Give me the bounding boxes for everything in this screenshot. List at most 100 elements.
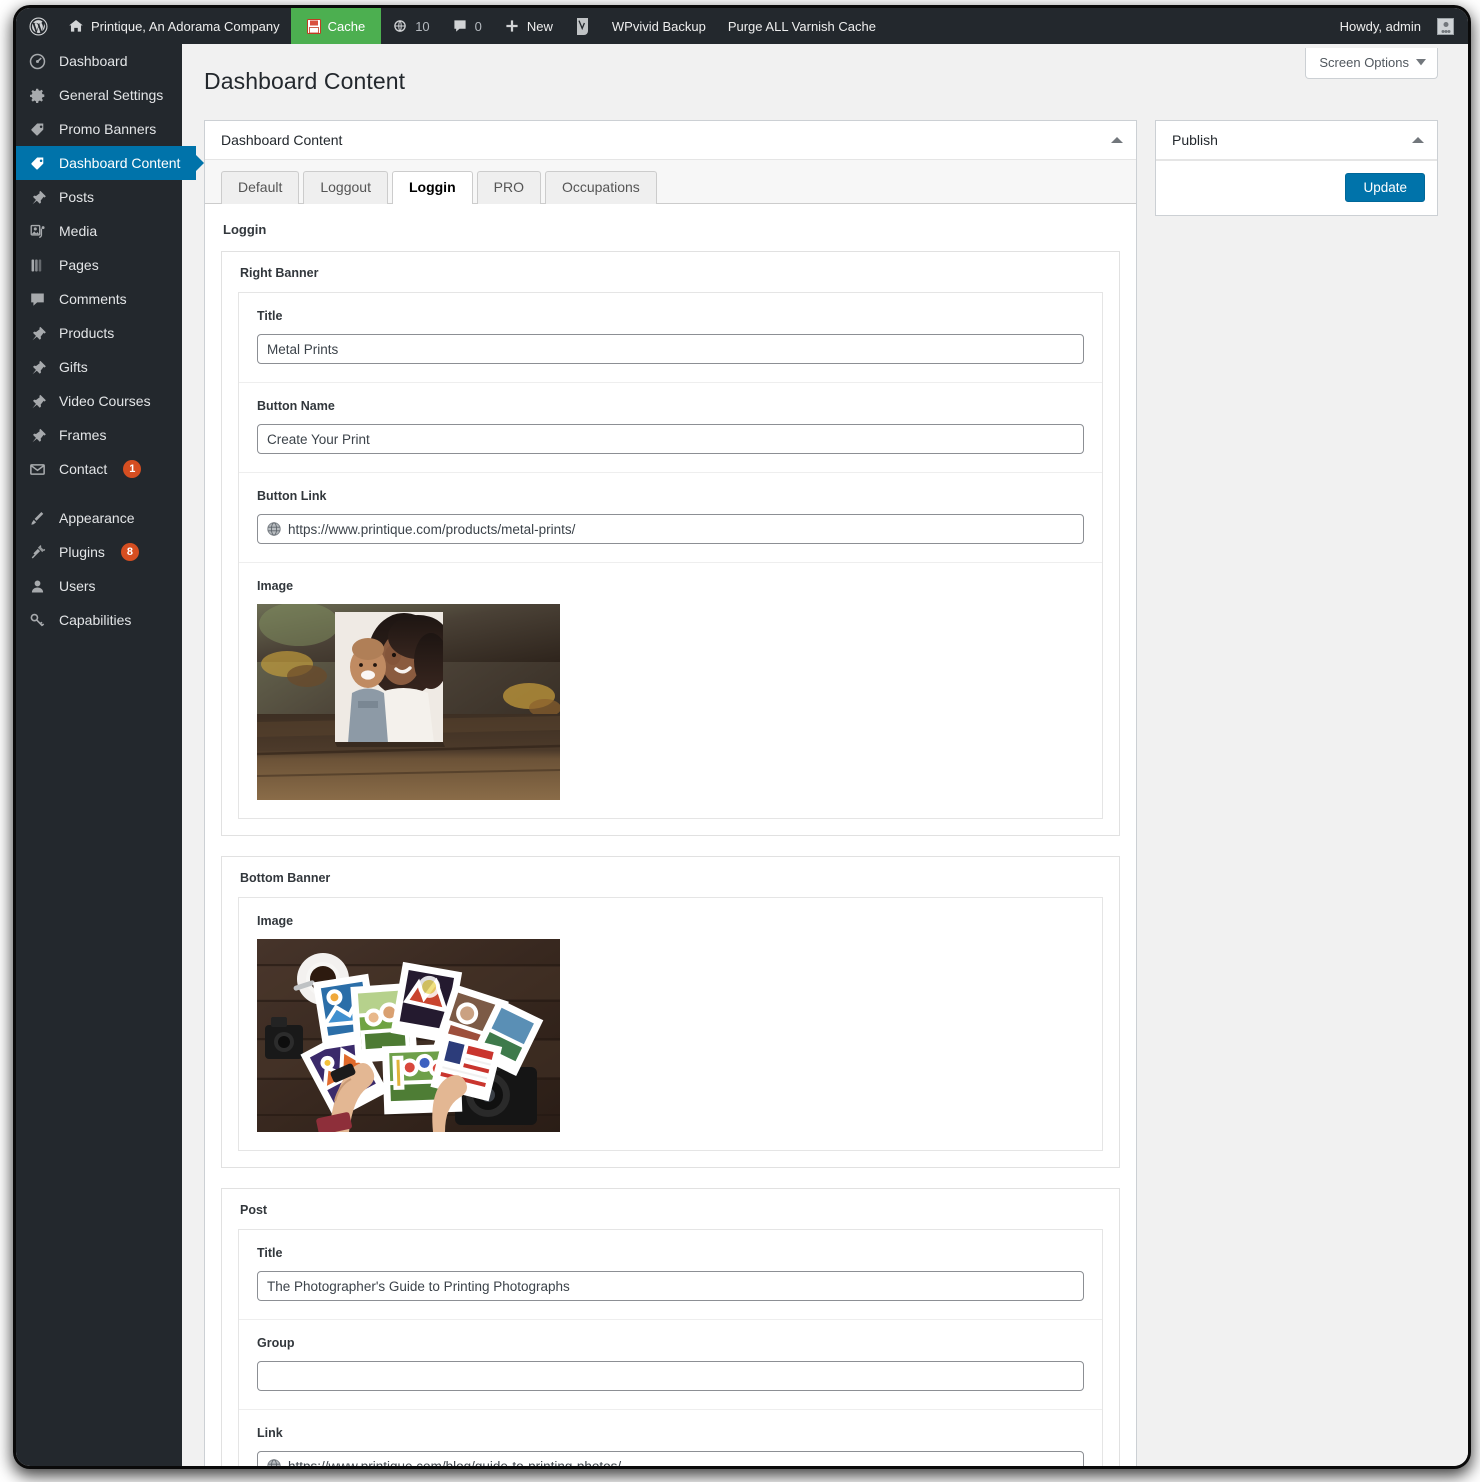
admin-sidebar-menu: Dashboard General Settings Promo Banners Da… bbox=[16, 44, 196, 1466]
new-content-menu[interactable]: New bbox=[493, 8, 564, 44]
sidebar-item-dashboard-content[interactable]: Dashboard Content bbox=[16, 146, 196, 180]
yoast-seo-menu[interactable] bbox=[564, 8, 601, 44]
right-banner-button-name-label: Button Name bbox=[257, 399, 335, 413]
pin-icon bbox=[29, 325, 49, 342]
sidebar-item-label: Dashboard bbox=[59, 53, 128, 69]
floppy-disk-icon bbox=[306, 18, 321, 34]
wpvivid-backup-menu[interactable]: WPvivid Backup bbox=[601, 8, 717, 44]
avatar bbox=[1437, 17, 1454, 35]
tag-icon bbox=[29, 155, 49, 172]
sidebar-item-frames[interactable]: Frames bbox=[16, 418, 182, 452]
post-group-input[interactable] bbox=[257, 1361, 1084, 1391]
sidebar-item-dashboard[interactable]: Dashboard bbox=[16, 44, 182, 78]
publish-collapse-toggle[interactable] bbox=[1412, 137, 1424, 143]
tab-pro[interactable]: PRO bbox=[476, 171, 541, 204]
sidebar-item-appearance[interactable]: Appearance bbox=[16, 501, 182, 535]
sidebar-item-plugins[interactable]: Plugins 8 bbox=[16, 535, 182, 569]
right-banner-title-input[interactable] bbox=[257, 334, 1084, 364]
bottom-banner-label: Bottom Banner bbox=[240, 871, 331, 885]
sidebar-item-label: Media bbox=[59, 223, 98, 239]
sidebar-item-label: Video Courses bbox=[59, 393, 151, 409]
post-group: Post Title Group Link bbox=[221, 1188, 1120, 1466]
sidebar-item-posts[interactable]: Posts bbox=[16, 180, 182, 214]
purge-varnish-cache-menu[interactable]: Purge ALL Varnish Cache bbox=[717, 8, 887, 44]
publish-title: Publish bbox=[1172, 132, 1218, 148]
pages-icon bbox=[29, 257, 49, 274]
cache-button[interactable]: Cache bbox=[290, 8, 382, 44]
plug-icon bbox=[29, 544, 49, 561]
post-group-label: Post bbox=[240, 1203, 268, 1217]
plus-icon bbox=[504, 18, 520, 34]
dashboard-content-metabox: Dashboard Content Default Loggout Loggin PR… bbox=[204, 120, 1137, 1466]
post-link-input[interactable] bbox=[288, 1458, 1074, 1466]
wordpress-logo-menu[interactable] bbox=[16, 8, 57, 44]
globe-icon bbox=[267, 1459, 281, 1466]
tab-loggout[interactable]: Loggout bbox=[303, 171, 388, 204]
updates-icon bbox=[392, 18, 408, 34]
browser-frame: Printique, An Adorama Company Cache 10 0… bbox=[16, 8, 1468, 1466]
tab-occupations[interactable]: Occupations bbox=[544, 171, 657, 204]
page-title: Dashboard Content bbox=[204, 68, 406, 94]
metabox-collapse-toggle[interactable] bbox=[1111, 137, 1123, 143]
sidebar-item-general-settings[interactable]: General Settings bbox=[16, 78, 182, 112]
new-label: New bbox=[526, 18, 553, 34]
sidebar-item-capabilities[interactable]: Capabilities bbox=[16, 603, 182, 637]
sidebar-item-comments[interactable]: Comments bbox=[16, 282, 182, 316]
post-group-row: Group bbox=[239, 1320, 1102, 1410]
right-banner-label: Right Banner bbox=[240, 266, 319, 280]
user-icon bbox=[29, 578, 49, 595]
update-button[interactable]: Update bbox=[1345, 173, 1425, 202]
publish-actions: Update bbox=[1156, 160, 1437, 215]
gear-icon bbox=[29, 87, 49, 104]
right-banner-image-row: Image bbox=[239, 563, 1102, 818]
sidebar-item-badge: 8 bbox=[120, 543, 139, 561]
sidebar-item-video-courses[interactable]: Video Courses bbox=[16, 384, 182, 418]
metabox-title: Dashboard Content bbox=[221, 132, 343, 148]
publish-metabox: Publish Update bbox=[1155, 120, 1438, 216]
pin-icon bbox=[29, 189, 49, 206]
right-banner-image-thumbnail[interactable] bbox=[257, 604, 560, 800]
sidebar-item-pages[interactable]: Pages bbox=[16, 248, 182, 282]
chevron-down-icon bbox=[1416, 59, 1426, 66]
brush-icon bbox=[29, 510, 49, 527]
right-banner-title-label: Title bbox=[257, 309, 283, 323]
metabox-header: Dashboard Content bbox=[205, 121, 1136, 160]
site-name-menu[interactable]: Printique, An Adorama Company bbox=[57, 8, 291, 44]
sidebar-item-products[interactable]: Products bbox=[16, 316, 182, 350]
right-banner-button-link-input[interactable] bbox=[288, 521, 1074, 537]
bottom-banner-image-thumbnail[interactable] bbox=[257, 939, 560, 1132]
purge-label: Purge ALL Varnish Cache bbox=[727, 18, 876, 34]
admin-bar-right: Howdy, admin bbox=[1329, 8, 1468, 44]
admin-content-area: Screen Options Dashboard Content Dashboa… bbox=[182, 44, 1468, 1466]
updates-menu[interactable]: 10 bbox=[381, 8, 440, 44]
screen-options-toggle[interactable]: Screen Options bbox=[1305, 48, 1438, 79]
right-banner-image-label: Image bbox=[257, 579, 294, 593]
comments-menu[interactable]: 0 bbox=[441, 8, 493, 44]
right-banner-button-link-row: Button Link bbox=[239, 473, 1102, 563]
screen-options-label: Screen Options bbox=[1319, 55, 1409, 70]
my-account-menu[interactable]: Howdy, admin bbox=[1329, 8, 1454, 44]
bottom-banner-group: Bottom Banner Image bbox=[221, 856, 1120, 1168]
sidebar-item-label: Posts bbox=[59, 189, 95, 205]
comment-bubble-icon bbox=[452, 18, 468, 34]
envelope-icon bbox=[29, 461, 49, 478]
post-title-input[interactable] bbox=[257, 1271, 1084, 1301]
tab-default[interactable]: Default bbox=[221, 171, 300, 204]
post-group-field-label: Group bbox=[257, 1336, 295, 1350]
sidebar-item-contact[interactable]: Contact 1 bbox=[16, 452, 182, 486]
key-icon bbox=[29, 612, 49, 629]
sidebar-item-label: Frames bbox=[59, 427, 107, 443]
sidebar-item-label: Promo Banners bbox=[59, 121, 157, 137]
metabox-panel-body: Loggin Right Banner Title Button Name bbox=[205, 204, 1136, 1466]
yoast-icon bbox=[575, 17, 590, 35]
sidebar-item-gifts[interactable]: Gifts bbox=[16, 350, 182, 384]
site-name-label: Printique, An Adorama Company bbox=[91, 18, 280, 34]
right-banner-button-link-field bbox=[257, 514, 1084, 544]
sidebar-item-users[interactable]: Users bbox=[16, 569, 182, 603]
sidebar-item-promo-banners[interactable]: Promo Banners bbox=[16, 112, 182, 146]
tab-loggin[interactable]: Loggin bbox=[391, 171, 473, 204]
sidebar-item-media[interactable]: Media bbox=[16, 214, 182, 248]
sidebar-item-label: Appearance bbox=[59, 510, 135, 526]
right-banner-button-name-input[interactable] bbox=[257, 424, 1084, 454]
right-banner-title-row: Title bbox=[239, 293, 1102, 383]
